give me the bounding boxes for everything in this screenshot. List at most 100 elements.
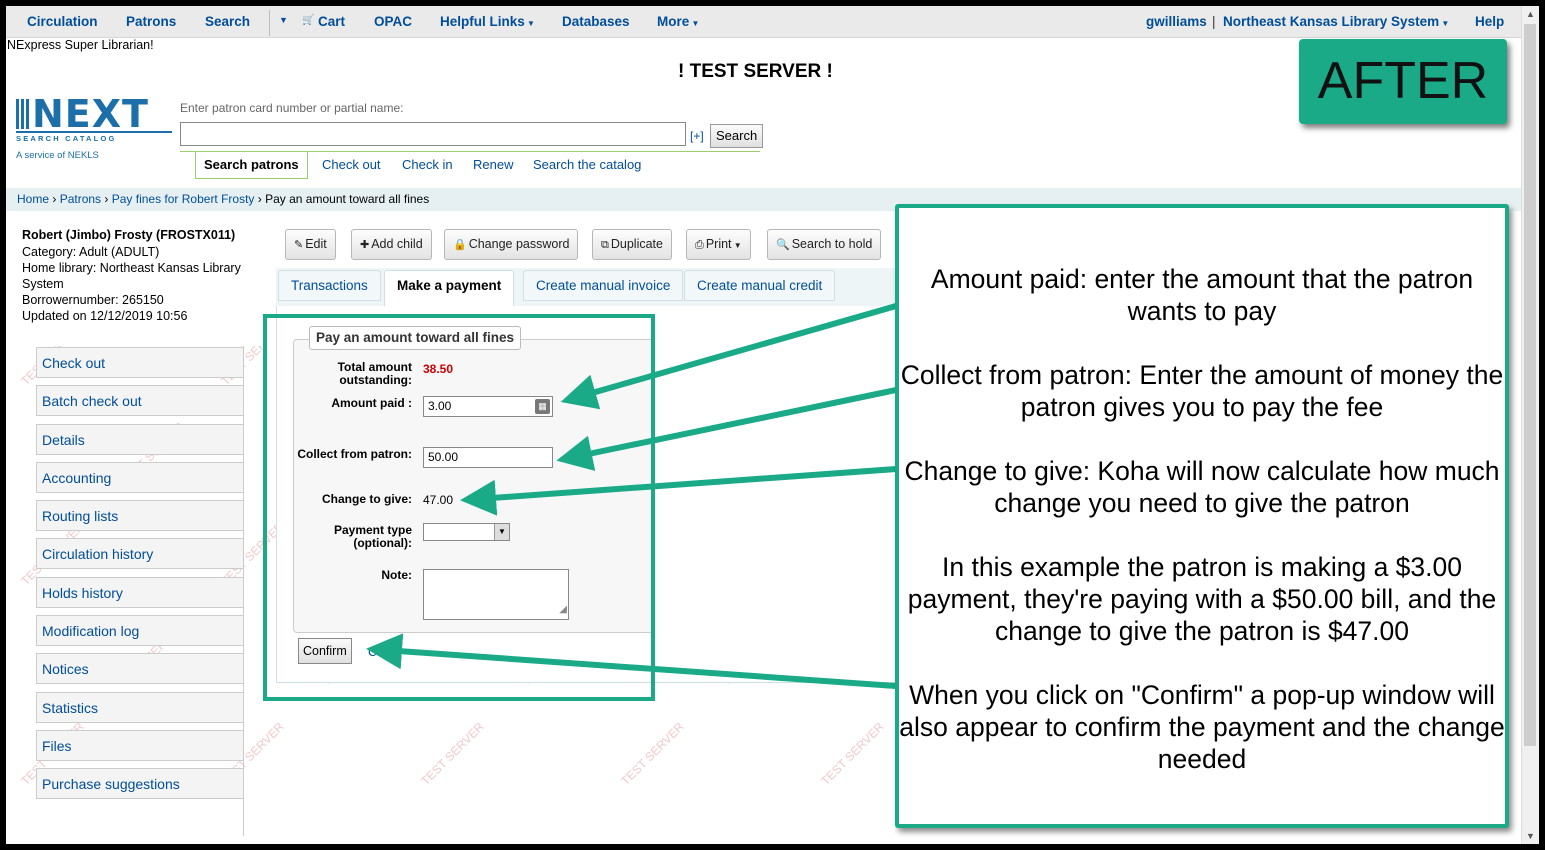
nav-separator bbox=[269, 10, 270, 36]
breadcrumb-pay-fines[interactable]: Pay fines for Robert Frosty bbox=[112, 192, 255, 206]
patron-info: Robert (Jimbo) Frosty (FROSTX011) Catego… bbox=[22, 227, 248, 324]
breadcrumb-current: Pay an amount toward all fines bbox=[265, 192, 430, 206]
scrollbar[interactable]: ▲ ▼ bbox=[1521, 6, 1539, 844]
print-button[interactable]: ⎙ Print ▼ bbox=[686, 229, 751, 260]
patron-borrowernumber: Borrowernumber: 265150 bbox=[22, 293, 164, 307]
edit-label: Edit bbox=[305, 237, 327, 251]
callout-example: In this example the patron is making a $… bbox=[907, 552, 1497, 646]
nav-more[interactable]: More ▼ bbox=[657, 14, 699, 29]
help-link[interactable]: Help bbox=[1475, 14, 1504, 29]
browser-page: Circulation Patrons Search ▼ 🛒 Cart OPAC… bbox=[6, 6, 1539, 844]
user-link[interactable]: gwilliams bbox=[1146, 14, 1207, 29]
search-button[interactable]: Search bbox=[710, 124, 764, 148]
patron-name: Robert (Jimbo) Frosty (FROSTX011) bbox=[22, 228, 236, 242]
edit-button[interactable]: ✎ Edit bbox=[285, 229, 336, 260]
menu-item-notices[interactable]: Notices bbox=[36, 653, 243, 685]
logo-word: NEXT bbox=[32, 92, 149, 136]
tab-transactions[interactable]: Transactions bbox=[278, 270, 381, 301]
tab-check-in[interactable]: Check in bbox=[402, 152, 453, 178]
tab-make-payment[interactable]: Make a payment bbox=[384, 270, 515, 307]
chevron-down-icon: ▼ bbox=[1439, 19, 1450, 28]
chevron-down-icon: ▼ bbox=[689, 19, 700, 28]
cart-icon: 🛒 bbox=[302, 15, 315, 26]
breadcrumb-home[interactable]: Home bbox=[17, 192, 49, 206]
menu-item-batch-check-out[interactable]: Batch check out bbox=[36, 385, 243, 417]
search-to-hold-button[interactable]: 🔍 Search to hold bbox=[767, 229, 882, 260]
lock-icon: 🔒 bbox=[453, 239, 467, 251]
library-name: Northeast Kansas Library System bbox=[1223, 14, 1440, 29]
callout-amount-paid: Amount paid: enter the amount that the p… bbox=[930, 264, 1474, 326]
watermark-text: TEST SERVER bbox=[618, 719, 687, 788]
nav-databases[interactable]: Databases bbox=[562, 14, 630, 29]
scroll-thumb[interactable] bbox=[1524, 24, 1536, 746]
logo[interactable]: NEXT SEARCH CATALOG A service of NEKLS bbox=[16, 92, 172, 161]
annotation-callout: Amount paid: enter the amount that the p… bbox=[895, 204, 1509, 828]
change-password-button[interactable]: 🔒 Change password bbox=[444, 229, 579, 260]
tab-renew[interactable]: Renew bbox=[473, 152, 513, 178]
scroll-down-icon[interactable]: ▼ bbox=[1522, 828, 1539, 844]
left-divider bbox=[243, 346, 244, 836]
nav-opac[interactable]: OPAC bbox=[374, 14, 412, 29]
duplicate-label: Duplicate bbox=[610, 237, 663, 251]
menu-item-modification-log[interactable]: Modification log bbox=[36, 615, 243, 647]
patron-menu: Check out Batch check out Details Accoun… bbox=[36, 347, 243, 807]
copy-icon: ⧉ bbox=[601, 239, 609, 251]
logo-service-text: A service of NEKLS bbox=[16, 150, 99, 161]
nav-patrons[interactable]: Patrons bbox=[126, 14, 176, 29]
tab-search-patrons[interactable]: Search patrons bbox=[195, 152, 308, 179]
patron-home-library: Home library: Northeast Kansas Library S… bbox=[22, 261, 241, 291]
pencil-icon: ✎ bbox=[294, 239, 304, 251]
search-to-hold-label: Search to hold bbox=[791, 237, 873, 251]
nav-circulation[interactable]: Circulation bbox=[27, 14, 98, 29]
add-child-label: Add child bbox=[371, 237, 423, 251]
tab-check-out[interactable]: Check out bbox=[322, 152, 381, 178]
print-icon: ⎙ bbox=[695, 239, 704, 251]
callout-change: Change to give: Koha will now calculate … bbox=[904, 456, 1500, 518]
breadcrumb-patrons[interactable]: Patrons bbox=[60, 192, 101, 206]
nav-helpful-links-label: Helpful Links bbox=[440, 14, 525, 29]
print-label: Print bbox=[705, 237, 732, 251]
nav-helpful-links[interactable]: Helpful Links ▼ bbox=[440, 14, 535, 29]
menu-item-files[interactable]: Files bbox=[36, 729, 243, 761]
watermark-text: TEST SERVER bbox=[418, 719, 487, 788]
test-server-banner: ! TEST SERVER ! bbox=[678, 61, 833, 82]
nav-cart[interactable]: Cart bbox=[318, 14, 345, 29]
cart-dropdown-icon[interactable]: ▼ bbox=[279, 15, 288, 25]
chevron-down-icon: ▼ bbox=[524, 19, 535, 28]
highlight-box bbox=[263, 314, 655, 701]
watermark-text: TEST SERVER bbox=[818, 719, 887, 788]
breadcrumb: Home › Patrons › Pay fines for Robert Fr… bbox=[17, 192, 430, 206]
advanced-search-link[interactable]: [+] bbox=[690, 129, 704, 143]
add-child-button[interactable]: ✚ Add child bbox=[351, 229, 432, 260]
menu-item-check-out[interactable]: Check out bbox=[36, 347, 243, 378]
nav-more-label: More bbox=[657, 14, 690, 29]
plus-icon: ✚ bbox=[360, 239, 370, 251]
scroll-up-icon[interactable]: ▲ bbox=[1522, 6, 1539, 22]
menu-item-details[interactable]: Details bbox=[36, 423, 243, 455]
tab-create-manual-credit[interactable]: Create manual credit bbox=[684, 270, 836, 301]
search-label: Enter patron card number or partial name… bbox=[180, 101, 404, 115]
patron-updated: Updated on 12/12/2019 10:56 bbox=[22, 309, 188, 323]
patron-category: Category: Adult (ADULT) bbox=[22, 245, 160, 259]
search-icon: 🔍 bbox=[776, 239, 790, 251]
after-badge: AFTER bbox=[1299, 39, 1507, 124]
callout-collect: Collect from patron: Enter the amount of… bbox=[900, 360, 1504, 422]
menu-item-accounting[interactable]: Accounting bbox=[36, 461, 243, 493]
nav-search[interactable]: Search bbox=[205, 14, 250, 29]
library-dropdown[interactable]: Northeast Kansas Library System ▼ bbox=[1223, 14, 1449, 29]
logo-bars-icon bbox=[16, 99, 29, 129]
menu-item-purchase-suggestions[interactable]: Purchase suggestions bbox=[36, 768, 243, 800]
tab-search-catalog[interactable]: Search the catalog bbox=[533, 152, 641, 178]
menu-item-routing-lists[interactable]: Routing lists bbox=[36, 500, 243, 532]
menu-item-statistics[interactable]: Statistics bbox=[36, 691, 243, 723]
librarian-message: NExpress Super Librarian! bbox=[7, 38, 154, 52]
tab-create-manual-invoice[interactable]: Create manual invoice bbox=[523, 270, 684, 301]
duplicate-button[interactable]: ⧉ Duplicate bbox=[592, 229, 672, 260]
callout-confirm: When you click on "Confirm" a pop-up win… bbox=[899, 680, 1505, 774]
menu-item-holds-history[interactable]: Holds history bbox=[36, 576, 243, 608]
chevron-down-icon: ▼ bbox=[731, 241, 742, 250]
top-nav: Circulation Patrons Search ▼ 🛒 Cart OPAC… bbox=[6, 6, 1521, 38]
change-password-label: Change password bbox=[468, 237, 570, 251]
menu-item-circulation-history[interactable]: Circulation history bbox=[36, 538, 243, 570]
patron-search-input[interactable] bbox=[180, 122, 686, 146]
